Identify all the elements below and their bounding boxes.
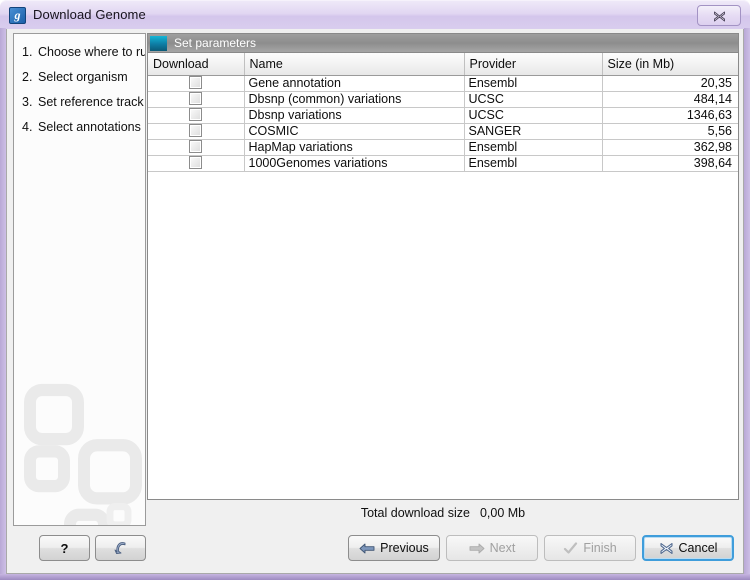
row-size-cell: 5,56 [602, 123, 738, 140]
column-header-download[interactable]: Download [148, 53, 245, 76]
row-download-cell [148, 139, 245, 156]
button-bar: ? Previous Next Finish Cancel [7, 526, 743, 573]
total-download-size-label: Total download size [360, 506, 470, 520]
wizard-step-sidebar: 1. Choose where to run 2. Select organism … [13, 33, 146, 526]
window-title: Download Genome [33, 7, 146, 22]
row-download-cell [148, 75, 245, 92]
reset-arrow-icon [114, 542, 125, 554]
row-name-cell: 1000Genomes variations [244, 155, 465, 172]
sidebar-step-3[interactable]: 3. Set reference track [22, 94, 145, 110]
sidebar-step-1[interactable]: 1. Choose where to run [22, 44, 145, 60]
row-size-cell: 484,14 [602, 91, 738, 108]
panel-title: Set parameters [174, 36, 257, 50]
finish-button-label: Finish [583, 541, 617, 555]
reset-button[interactable] [95, 535, 146, 561]
wizard-step-list: 1. Choose where to run 2. Select organism … [14, 34, 145, 135]
sidebar-step-4-number: 4. [22, 120, 33, 134]
sidebar-step-1-label: Choose where to run [38, 45, 146, 59]
table-row[interactable]: COSMIC SANGER 5,56 [148, 123, 738, 140]
sidebar-step-4[interactable]: 4. Select annotations [22, 119, 145, 135]
row-provider-cell: SANGER [464, 123, 603, 140]
column-header-provider[interactable]: Provider [464, 53, 603, 76]
row-name-cell: Dbsnp variations [244, 107, 465, 124]
table-row[interactable]: 1000Genomes variations Ensembl 398,64 [148, 155, 738, 172]
cancel-button-label: Cancel [678, 541, 718, 555]
row-provider-cell: UCSC [464, 91, 603, 108]
row-provider-cell: Ensembl [464, 75, 603, 92]
download-checkbox[interactable] [189, 92, 203, 105]
download-checkbox[interactable] [189, 140, 203, 153]
column-header-size[interactable]: Size (in Mb) [602, 53, 738, 76]
sidebar-step-2[interactable]: 2. Select organism [22, 69, 145, 85]
download-checkbox[interactable] [189, 156, 203, 169]
panel-header: Set parameters [147, 33, 739, 53]
next-button-label: Next [489, 541, 516, 555]
row-size-cell: 398,64 [602, 155, 738, 172]
row-size-cell: 362,98 [602, 139, 738, 156]
title-bar: g Download Genome [0, 0, 750, 29]
table-row[interactable]: HapMap variations Ensembl 362,98 [148, 139, 738, 156]
download-checkbox[interactable] [189, 76, 203, 89]
next-button[interactable]: Next [446, 535, 538, 561]
sidebar-step-3-number: 3. [22, 95, 33, 109]
status-bar: Total download size 0,00 Mb [147, 501, 739, 526]
dialog-window: g Download Genome 1. Choose where to run… [0, 0, 750, 580]
annotations-table: Download Name Provider Size (in Mb) Gene… [148, 53, 738, 172]
table-row[interactable]: Dbsnp (common) variations UCSC 484,14 [148, 91, 738, 108]
previous-button-label: Previous [380, 541, 429, 555]
row-provider-cell: UCSC [464, 107, 603, 124]
main-panel: Set parameters Download Name Provider Si… [147, 33, 739, 526]
help-button[interactable]: ? [39, 535, 90, 561]
question-mark-icon: ? [60, 540, 69, 556]
clc-workbench-icon: g [9, 7, 26, 24]
window-frame-bottom [0, 574, 750, 580]
sidebar-step-2-number: 2. [22, 70, 33, 84]
close-button[interactable] [697, 5, 741, 26]
panel-square-icon [150, 36, 167, 51]
close-icon [713, 11, 725, 22]
row-name-cell: HapMap variations [244, 139, 465, 156]
window-frame-right [744, 28, 750, 580]
sidebar-step-1-number: 1. [22, 45, 33, 59]
finish-button[interactable]: Finish [544, 535, 636, 561]
row-name-cell: Dbsnp (common) variations [244, 91, 465, 108]
previous-button[interactable]: Previous [348, 535, 440, 561]
column-header-name[interactable]: Name [244, 53, 465, 76]
row-download-cell [148, 91, 245, 108]
annotations-table-container[interactable]: Download Name Provider Size (in Mb) Gene… [147, 53, 739, 500]
table-row[interactable]: Gene annotation Ensembl 20,35 [148, 75, 738, 92]
row-provider-cell: Ensembl [464, 139, 603, 156]
table-header-row: Download Name Provider Size (in Mb) [148, 53, 738, 76]
row-name-cell: Gene annotation [244, 75, 465, 92]
sidebar-step-4-label: Select annotations [38, 120, 141, 134]
dialog-body: 1. Choose where to run 2. Select organism … [6, 29, 744, 574]
row-download-cell [148, 107, 245, 124]
download-checkbox[interactable] [189, 108, 203, 121]
x-cross-icon [660, 542, 673, 554]
total-download-size-value: 0,00 Mb [479, 506, 526, 520]
check-icon [564, 541, 578, 554]
row-size-cell: 20,35 [602, 75, 738, 92]
cancel-button[interactable]: Cancel [642, 535, 734, 561]
table-row[interactable]: Dbsnp variations UCSC 1346,63 [148, 107, 738, 124]
row-provider-cell: Ensembl [464, 155, 603, 172]
sidebar-step-2-label: Select organism [38, 70, 128, 84]
row-download-cell [148, 123, 245, 140]
row-name-cell: COSMIC [244, 123, 465, 140]
arrow-right-icon [469, 543, 485, 553]
sidebar-step-3-label: Set reference track [38, 95, 144, 109]
row-download-cell [148, 155, 245, 172]
arrow-left-icon [359, 543, 375, 553]
row-size-cell: 1346,63 [602, 107, 738, 124]
download-checkbox[interactable] [189, 124, 203, 137]
